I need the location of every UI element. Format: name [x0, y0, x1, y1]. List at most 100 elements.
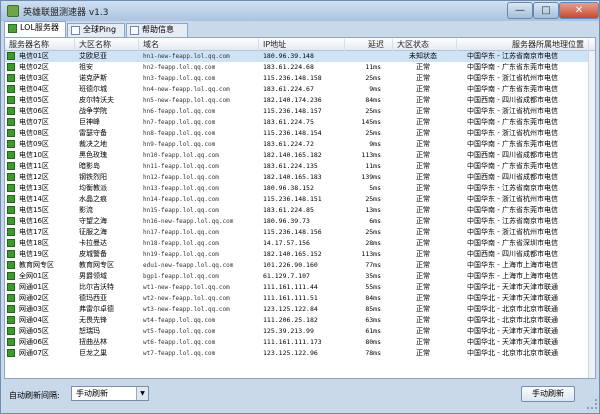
cell-status: 正常: [416, 349, 430, 357]
cell-ip: 111.161.111.173: [263, 338, 322, 346]
resize-grip[interactable]: [587, 399, 597, 409]
cell-server-name: 电信05区: [19, 96, 49, 104]
col-server-name[interactable]: 服务器名称: [5, 39, 75, 51]
cell-status: 正常: [416, 239, 430, 247]
refresh-interval-select[interactable]: 手动刷新 ▼: [71, 386, 149, 401]
maximize-button[interactable]: □: [533, 2, 559, 19]
close-button[interactable]: ✕: [559, 2, 599, 19]
cell-status: 正常: [416, 261, 430, 269]
server-status-icon: [7, 349, 15, 357]
table-row[interactable]: 电信14区 水晶之痕 hn14-feapp.lol.qq.com 115.236.14…: [5, 194, 595, 205]
cell-server-name: 电信15区: [19, 206, 49, 214]
cell-region-name: 男爵领域: [79, 272, 107, 280]
table-row[interactable]: 网通03区 弗雷尔卓德 wt3-new-feapp.lol.qq.com 123.12…: [5, 304, 595, 315]
cell-location: 中国华南 - 广东省东莞市电信: [467, 162, 558, 170]
table-row[interactable]: 电信11区 暗影岛 hn11-feapp.lol.qq.com 183.61.224.…: [5, 161, 595, 172]
cell-server-name: 全网01区: [19, 272, 49, 280]
cell-server-name: 电信02区: [19, 63, 49, 71]
table-row[interactable]: 电信16区 守望之海 hn16-new-feapp.lol.qq.com 180.96…: [5, 216, 595, 227]
cell-delay: 28ms: [365, 239, 381, 247]
cell-status: 正常: [416, 74, 430, 82]
table-row[interactable]: 网通04区 无畏先锋 wt4-feapp.lol.qq.com 111.206.25.…: [5, 315, 595, 326]
table-row[interactable]: 电信18区 卡拉曼达 hn18-feapp.lol.qq.com 14.17.57.1…: [5, 238, 595, 249]
cell-location: 中国西南 - 四川省成都市电信: [467, 151, 558, 159]
table-row[interactable]: 网通06区 扭曲丛林 wt6-feapp.lol.qq.com 111.161.111…: [5, 337, 595, 348]
table-row[interactable]: 网通05区 恕瑞玛 wt5-feapp.lol.qq.com 125.39.213.9…: [5, 326, 595, 337]
cell-delay: 25ms: [365, 228, 381, 236]
cell-location: 中国华北 - 天津市天津市联通: [467, 283, 558, 291]
table-row[interactable]: 电信17区 征服之海 hn17-feapp.lol.qq.com 115.236.14…: [5, 227, 595, 238]
cell-server-name: 电信03区: [19, 74, 49, 82]
cell-status: 正常: [416, 140, 430, 148]
col-location[interactable]: 服务器所属地理位置: [457, 39, 589, 51]
manual-refresh-button[interactable]: 手动刷新: [521, 386, 575, 402]
cell-ip: 14.17.57.156: [263, 239, 310, 247]
cell-delay: 25ms: [365, 129, 381, 137]
cell-delay: 13ms: [365, 206, 381, 214]
cell-status: 正常: [416, 173, 430, 181]
server-status-icon: [7, 140, 15, 148]
minimize-button[interactable]: —: [507, 2, 533, 19]
server-status-icon: [7, 184, 15, 192]
title-bar[interactable]: 英雄联盟测速器 v1.3 — □ ✕: [1, 1, 599, 21]
server-status-icon: [7, 173, 15, 181]
col-ip[interactable]: IP地址: [259, 39, 345, 51]
cell-region-name: 比尔吉沃特: [79, 283, 114, 291]
cell-server-name: 电信11区: [19, 162, 49, 170]
cell-region-name: 班德尔城: [79, 85, 107, 93]
cell-ip: 111.161.111.51: [263, 294, 318, 302]
cell-region-name: 弗雷尔卓德: [79, 305, 114, 313]
cell-region-name: 艾欧尼亚: [79, 52, 107, 60]
cell-status: 正常: [416, 305, 430, 313]
cell-ip: 115.236.148.157: [263, 107, 322, 115]
app-icon: [7, 5, 19, 17]
col-domain[interactable]: 域名: [139, 39, 259, 51]
table-row[interactable]: 电信06区 战争学院 hn6-feapp.lol.qq.com 115.236.148…: [5, 106, 595, 117]
table-row[interactable]: 电信09区 裁决之地 hn9-feapp.lol.qq.com 183.61.224.…: [5, 139, 595, 150]
table-row[interactable]: 电信15区 影流 hn15-feapp.lol.qq.com 183.61.224.8…: [5, 205, 595, 216]
cell-delay: 145ms: [361, 118, 381, 126]
col-delay[interactable]: 延迟: [345, 39, 393, 51]
table-row[interactable]: 网通02区 德玛西亚 wt2-new-feapp.lol.qq.com 111.161…: [5, 293, 595, 304]
table-row[interactable]: 电信01区 艾欧尼亚 hn1-new-feapp.lol.qq.com 180.96.…: [5, 51, 595, 62]
table-row[interactable]: 电信12区 钢铁烈阳 hn12-feapp.lol.qq.com 182.140.16…: [5, 172, 595, 183]
col-region-name[interactable]: 大区名称: [75, 39, 139, 51]
table-row[interactable]: 全网01区 男爵领域 bgp1-feapp.lol.qq.com 61.129.7.1…: [5, 271, 595, 282]
table-row[interactable]: 网通07区 巨龙之巢 wt7-feapp.lol.qq.com 123.125.122…: [5, 348, 595, 359]
cell-region-name: 征服之海: [79, 228, 107, 236]
cell-domain: hn17-feapp.lol.qq.com: [143, 229, 219, 236]
cell-server-name: 电信09区: [19, 140, 49, 148]
cell-delay: 11ms: [365, 162, 381, 170]
table-row[interactable]: 电信07区 巨神峰 hn7-feapp.lol.qq.com 183.61.224.7…: [5, 117, 595, 128]
tab-lol-servers[interactable]: LOL服务器: [4, 21, 66, 37]
server-status-icon: [7, 206, 15, 214]
cell-status: 正常: [416, 228, 430, 236]
cell-ip: 123.125.122.96: [263, 349, 318, 357]
server-status-icon: [7, 316, 15, 324]
cell-delay: 78ms: [365, 349, 381, 357]
cell-server-name: 电信06区: [19, 107, 49, 115]
table-row[interactable]: 电信04区 班德尔城 hn4-new-feapp.lol.qq.com 183.61.…: [5, 84, 595, 95]
cell-domain: wt4-feapp.lol.qq.com: [143, 317, 216, 324]
table-row[interactable]: 网通01区 比尔吉沃特 wt1-new-feapp.lol.qq.com 111.16…: [5, 282, 595, 293]
help-icon: [130, 26, 139, 35]
table-row[interactable]: 电信02区 祖安 hn2-feapp.lol.qq.com 183.61.224.68…: [5, 62, 595, 73]
cell-region-name: 均衡教派: [79, 184, 107, 192]
table-row[interactable]: 电信19区 皮城警备 hn19-feapp.lol.qq.com 182.140.16…: [5, 249, 595, 260]
cell-domain: wt3-new-feapp.lol.qq.com: [143, 306, 230, 313]
table-row[interactable]: 电信08区 雷瑟守备 hn8-feapp.lol.qq.com 115.236.148…: [5, 128, 595, 139]
vertical-scrollbar[interactable]: [588, 51, 595, 378]
tab-global-ping[interactable]: 全球Ping: [67, 23, 125, 37]
tab-help[interactable]: 帮助信息: [126, 23, 188, 37]
table-row[interactable]: 电信10区 黑色玫瑰 hn10-feapp.lol.qq.com 182.140.16…: [5, 150, 595, 161]
tab-bar: LOL服务器 全球Ping 帮助信息: [1, 21, 599, 37]
table-row[interactable]: 电信03区 诺克萨斯 hn3-feapp.lol.qq.com 115.236.148…: [5, 73, 595, 84]
table-row[interactable]: 教育网专区 教育网专区 edu1-new-feapp.lol.qq.com 101.2…: [5, 260, 595, 271]
table-row[interactable]: 电信13区 均衡教派 hn13-feapp.lol.qq.com 180.96.38.…: [5, 183, 595, 194]
cell-domain: edu1-new-feapp.lol.qq.com: [143, 262, 234, 269]
table-row[interactable]: 电信05区 皮尔特沃夫 hn5-new-feapp.lol.qq.com 182.14…: [5, 95, 595, 106]
cell-domain: hn6-feapp.lol.qq.com: [143, 108, 216, 115]
cell-location: 中国西南 - 四川省成都市电信: [467, 250, 558, 258]
col-status[interactable]: 大区状态: [393, 39, 457, 51]
cell-delay: 84ms: [365, 96, 381, 104]
